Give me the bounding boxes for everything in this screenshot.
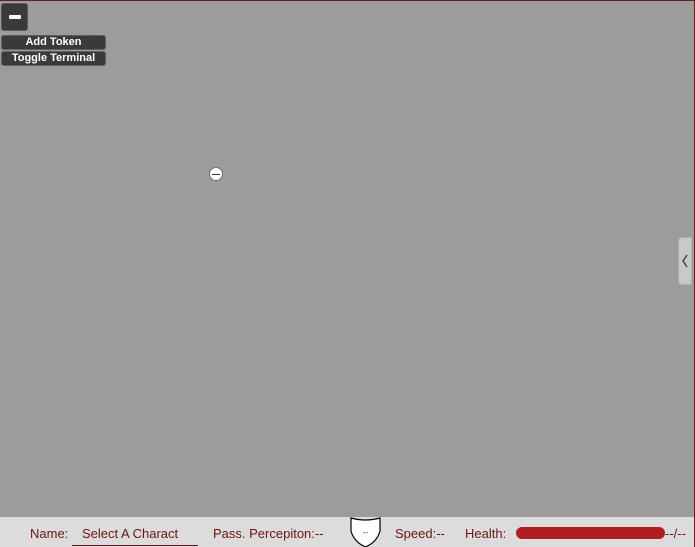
character-name-select[interactable]: Select A Charact: [72, 521, 198, 546]
health-value: --/--: [665, 526, 686, 541]
collapse-toolbar-button[interactable]: [1, 3, 28, 31]
token-circle-icon: [212, 173, 220, 175]
map-token[interactable]: [209, 167, 223, 181]
minus-icon: [8, 15, 21, 19]
side-panel-toggle[interactable]: [678, 237, 692, 285]
name-label: Name:: [30, 526, 69, 541]
chevron-left-icon: [682, 254, 688, 268]
toggle-terminal-button[interactable]: Toggle Terminal: [1, 51, 106, 66]
health-label: Health:: [465, 526, 507, 541]
app-window: Add Token Toggle Terminal Name: Select A…: [0, 0, 695, 547]
add-token-button[interactable]: Add Token: [1, 35, 106, 50]
character-status-bar: Name: Select A Charact Pass. Percepiton:…: [0, 517, 694, 547]
passive-perception-label: Pass. Percepiton:--: [213, 526, 324, 541]
health-bar: [516, 527, 665, 539]
map-canvas[interactable]: [0, 1, 694, 517]
speed-label: Speed:--: [395, 526, 445, 541]
armor-class-value: --: [362, 528, 369, 537]
